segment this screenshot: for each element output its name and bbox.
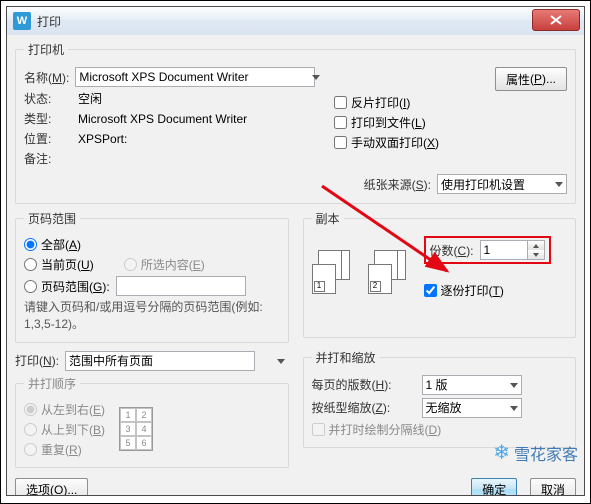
order-ttb-label: 从上到下(B) [41,421,105,438]
order-ttb-radio [24,423,37,436]
printer-name-label: 名称(M): [24,69,69,86]
copies-highlight: 份数(C): [424,236,551,264]
range-pages-radio[interactable] [24,280,37,293]
printer-where-value: XPSPort: [78,132,127,146]
printer-name-select[interactable] [75,67,315,87]
order-keypad-icon: 12 34 56 [119,407,153,451]
printer-status-label: 状态: [24,90,78,107]
print-order-group: 并打顺序 从左到右(E) 从上到下(B) 重复(R) 12 34 56 [15,375,289,468]
paper-source-select[interactable] [437,174,567,194]
manual-duplex-checkbox[interactable] [334,136,347,149]
printer-properties-button[interactable]: 属性(P)... [495,67,567,91]
copies-input[interactable] [480,240,528,260]
range-all-radio[interactable] [24,238,37,251]
printer-status-value: 空闲 [78,90,102,107]
ok-button[interactable]: 确定 [471,478,517,496]
collate-checkbox[interactable] [424,284,437,297]
print-order-legend: 并打顺序 [24,375,80,392]
copies-spinner[interactable] [528,240,545,260]
range-current-radio[interactable] [24,258,37,271]
draw-divider-label: 并打时绘制分隔线(D) [329,421,442,438]
range-pages-input[interactable] [116,276,246,296]
collate-preview-1: 1 1 1 [312,250,358,290]
zoom-legend: 并打和缩放 [312,349,380,366]
print-what-label: 打印(N): [15,352,59,369]
copies-label: 份数(C): [430,242,474,259]
title-bar: W 打印 [7,7,584,36]
close-icon [550,15,562,25]
scale-to-paper-label: 按纸型缩放(Z): [312,399,422,416]
paper-source-label: 纸张来源(S): [364,176,431,193]
copies-group: 副本 1 1 1 2 2 [303,210,577,338]
range-selection-label: 所选内容(E) [141,256,205,273]
printer-type-value: Microsoft XPS Document Writer [78,112,247,126]
scale-to-paper-select[interactable] [422,398,522,418]
printer-notes-label: 备注: [24,150,78,167]
printer-legend: 打印机 [24,41,68,58]
collate-preview-2: 2 2 2 [368,250,414,290]
order-repeat-radio [24,443,37,456]
pages-per-sheet-select[interactable] [422,375,522,395]
cancel-button[interactable]: 取消 [530,478,576,496]
reverse-print-label: 反片打印(I) [351,94,410,111]
printer-type-label: 类型: [24,110,78,127]
range-hint: 请键入页码和/或用逗号分隔的页码范围(例如: 1,3,5-12)。 [24,299,280,333]
range-pages-label: 页码范围(G): [41,278,110,295]
print-to-file-label: 打印到文件(L) [351,114,426,131]
order-ltr-label: 从左到右(E) [41,401,105,418]
range-all-label: 全部(A) [41,236,81,253]
app-icon: W [13,12,31,30]
range-current-label: 当前页(U) [41,256,94,273]
draw-divider-checkbox [312,423,325,436]
zoom-group: 并打和缩放 每页的版数(H): 按纸型缩放(Z): 并打时绘制分隔线(D) [303,349,577,448]
printer-group: 打印机 名称(M): 状态:空闲 类型:Microsoft XPS Docume… [15,41,576,204]
printer-where-label: 位置: [24,130,78,147]
print-dialog: www.xhjaty.com W 打印 打印机 名称(M): [6,6,585,496]
page-range-group: 页码范围 全部(A) 当前页(U) 所选内容(E) 页码范围(G): 请键 [15,210,289,343]
pages-per-sheet-label: 每页的版数(H): [312,376,422,393]
print-what-select[interactable] [65,351,255,371]
reverse-print-checkbox[interactable] [334,96,347,109]
collate-label: 逐份打印(T) [441,282,504,299]
window-title: 打印 [37,13,61,30]
print-to-file-checkbox[interactable] [334,116,347,129]
options-button[interactable]: 选项(O)... [15,478,88,496]
order-ltr-radio [24,403,37,416]
close-button[interactable] [532,9,580,31]
manual-duplex-label: 手动双面打印(X) [351,134,439,151]
copies-legend: 副本 [312,210,344,227]
order-repeat-label: 重复(R) [41,441,82,458]
range-selection-radio [124,258,137,271]
page-range-legend: 页码范围 [24,210,80,227]
